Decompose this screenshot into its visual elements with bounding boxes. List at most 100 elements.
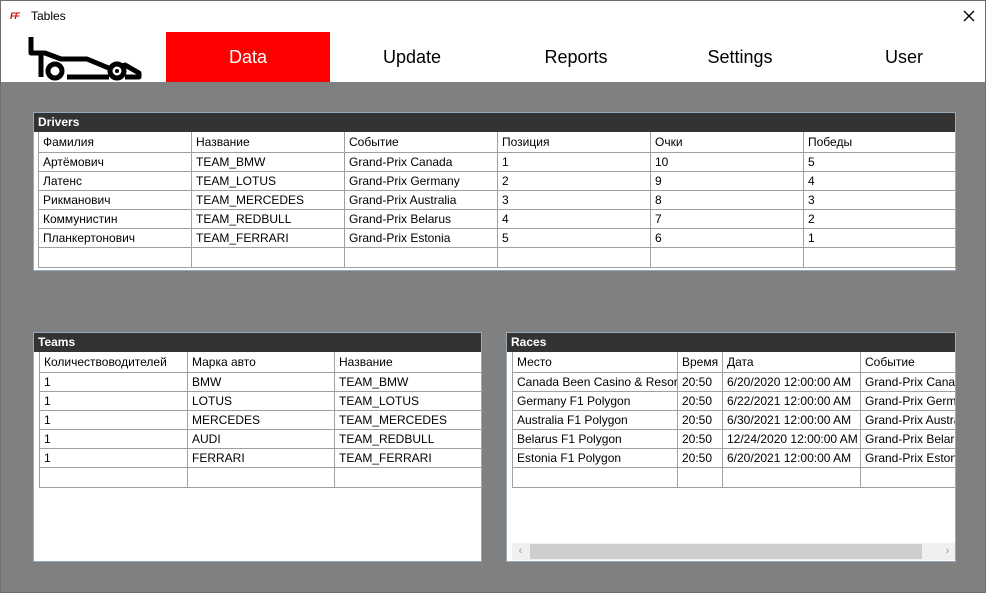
table-cell[interactable]: 2 [497,170,651,191]
table-cell[interactable]: 6/22/2021 12:00:00 AM [722,390,861,411]
table-cell[interactable]: Grand-Prix Germany [344,170,498,191]
new-row[interactable] [38,246,955,268]
table-cell[interactable]: TEAM_BMW [191,151,345,172]
new-row[interactable] [512,466,955,488]
table-cell[interactable]: Рикманович [38,189,192,210]
table-row[interactable]: Belarus F1 Polygon 20:50 12/24/2020 12:00:… [512,428,955,449]
column-header[interactable]: Дата [722,352,861,373]
table-cell[interactable] [677,466,723,488]
column-header[interactable]: Количествоводителей [39,352,188,373]
table-cell[interactable] [860,466,955,488]
table-cell[interactable]: 6 [650,227,804,248]
table-cell[interactable]: 5 [803,151,955,172]
table-cell[interactable]: Grand-Prix Belarus [344,208,498,229]
table-cell[interactable]: BMW [187,371,335,392]
table-cell[interactable]: Canada Been Casino & Resort [512,371,678,392]
table-cell[interactable]: Grand-Prix Estonia [860,447,955,468]
table-cell[interactable]: Коммунистин [38,208,192,229]
table-cell[interactable] [191,246,345,268]
table-cell[interactable]: 7 [650,208,804,229]
table-row[interactable]: Australia F1 Polygon 20:50 6/30/2021 12:00… [512,409,955,430]
scrollbar-thumb[interactable] [530,544,922,559]
table-cell[interactable]: 4 [803,170,955,191]
table-row[interactable]: 1 BMW TEAM_BMW [39,371,481,392]
table-row[interactable]: Germany F1 Polygon 20:50 6/22/2021 12:00:0… [512,390,955,411]
column-header[interactable]: Время [677,352,723,373]
column-header[interactable]: Марка авто [187,352,335,373]
tab-reports[interactable]: Reports [494,32,658,82]
table-cell[interactable] [344,246,498,268]
table-cell[interactable]: Belarus F1 Polygon [512,428,678,449]
table-cell[interactable] [497,246,651,268]
table-cell[interactable] [722,466,861,488]
table-cell[interactable]: Латенс [38,170,192,191]
table-cell[interactable]: MERCEDES [187,409,335,430]
column-header[interactable]: Победы [803,132,955,153]
table-row[interactable]: 1 MERCEDES TEAM_MERCEDES [39,409,481,430]
table-cell[interactable]: Grand-Prix Belarus [860,428,955,449]
table-cell[interactable] [512,466,678,488]
table-row[interactable]: Артёмович TEAM_BMW Grand-Prix Canada 1 10 5 [38,151,955,172]
races-table[interactable]: Место Время Дата Событие Canada Been Casino… [512,352,955,488]
column-header[interactable]: Событие [344,132,498,153]
column-header[interactable]: Название [191,132,345,153]
table-cell[interactable] [650,246,804,268]
table-cell[interactable]: 20:50 [677,428,723,449]
table-cell[interactable] [38,246,192,268]
table-cell[interactable]: TEAM_BMW [334,371,481,392]
column-header[interactable]: Событие [860,352,955,373]
drivers-table[interactable]: Фамилия Название Событие Позиция Очки Победы … [38,132,955,268]
column-header[interactable]: Название [334,352,481,373]
column-header[interactable]: Место [512,352,678,373]
table-cell[interactable]: Grand-Prix Australia [344,189,498,210]
column-header[interactable]: Позиция [497,132,651,153]
tab-update[interactable]: Update [330,32,494,82]
tab-user[interactable]: User [822,32,986,82]
races-horizontal-scrollbar[interactable]: ‹ › [512,543,955,560]
table-cell[interactable]: Grand-Prix Estonia [344,227,498,248]
table-cell[interactable]: 9 [650,170,804,191]
chevron-right-icon[interactable]: › [939,543,955,560]
table-row[interactable]: 1 AUDI TEAM_REDBULL [39,428,481,449]
table-cell[interactable]: 1 [39,409,188,430]
tab-settings[interactable]: Settings [658,32,822,82]
table-cell[interactable]: 10 [650,151,804,172]
table-cell[interactable]: 20:50 [677,371,723,392]
tab-data[interactable]: Data [166,32,330,82]
table-cell[interactable]: 6/20/2020 12:00:00 AM [722,371,861,392]
table-row[interactable]: Коммунистин TEAM_REDBULL Grand-Prix Belaru… [38,208,955,229]
table-cell[interactable]: 6/30/2021 12:00:00 AM [722,409,861,430]
table-cell[interactable]: LOTUS [187,390,335,411]
table-cell[interactable]: Germany F1 Polygon [512,390,678,411]
table-cell[interactable]: 5 [497,227,651,248]
table-cell[interactable]: 20:50 [677,447,723,468]
table-cell[interactable]: Планкертонович [38,227,192,248]
new-row[interactable] [39,466,481,488]
table-cell[interactable] [334,466,481,488]
table-cell[interactable]: TEAM_FERRARI [191,227,345,248]
table-cell[interactable]: 8 [650,189,804,210]
table-row[interactable]: Планкертонович TEAM_FERRARI Grand-Prix Est… [38,227,955,248]
table-cell[interactable]: 1 [39,390,188,411]
table-cell[interactable]: 3 [497,189,651,210]
table-cell[interactable]: TEAM_FERRARI [334,447,481,468]
table-cell[interactable]: 1 [39,447,188,468]
table-cell[interactable]: TEAM_REDBULL [191,208,345,229]
table-cell[interactable]: 1 [803,227,955,248]
table-cell[interactable]: Grand-Prix Germany [860,390,955,411]
table-cell[interactable]: TEAM_MERCEDES [191,189,345,210]
chevron-left-icon[interactable]: ‹ [512,543,529,560]
table-cell[interactable]: 1 [39,371,188,392]
table-cell[interactable]: Артёмович [38,151,192,172]
table-cell[interactable]: 20:50 [677,390,723,411]
table-cell[interactable]: 1 [497,151,651,172]
table-cell[interactable]: 4 [497,208,651,229]
table-cell[interactable]: 2 [803,208,955,229]
table-cell[interactable]: 1 [39,428,188,449]
table-cell[interactable]: TEAM_MERCEDES [334,409,481,430]
table-cell[interactable]: TEAM_LOTUS [334,390,481,411]
table-cell[interactable]: 3 [803,189,955,210]
table-cell[interactable]: 12/24/2020 12:00:00 AM [722,428,861,449]
table-cell[interactable]: 6/20/2021 12:00:00 AM [722,447,861,468]
table-cell[interactable] [39,466,188,488]
